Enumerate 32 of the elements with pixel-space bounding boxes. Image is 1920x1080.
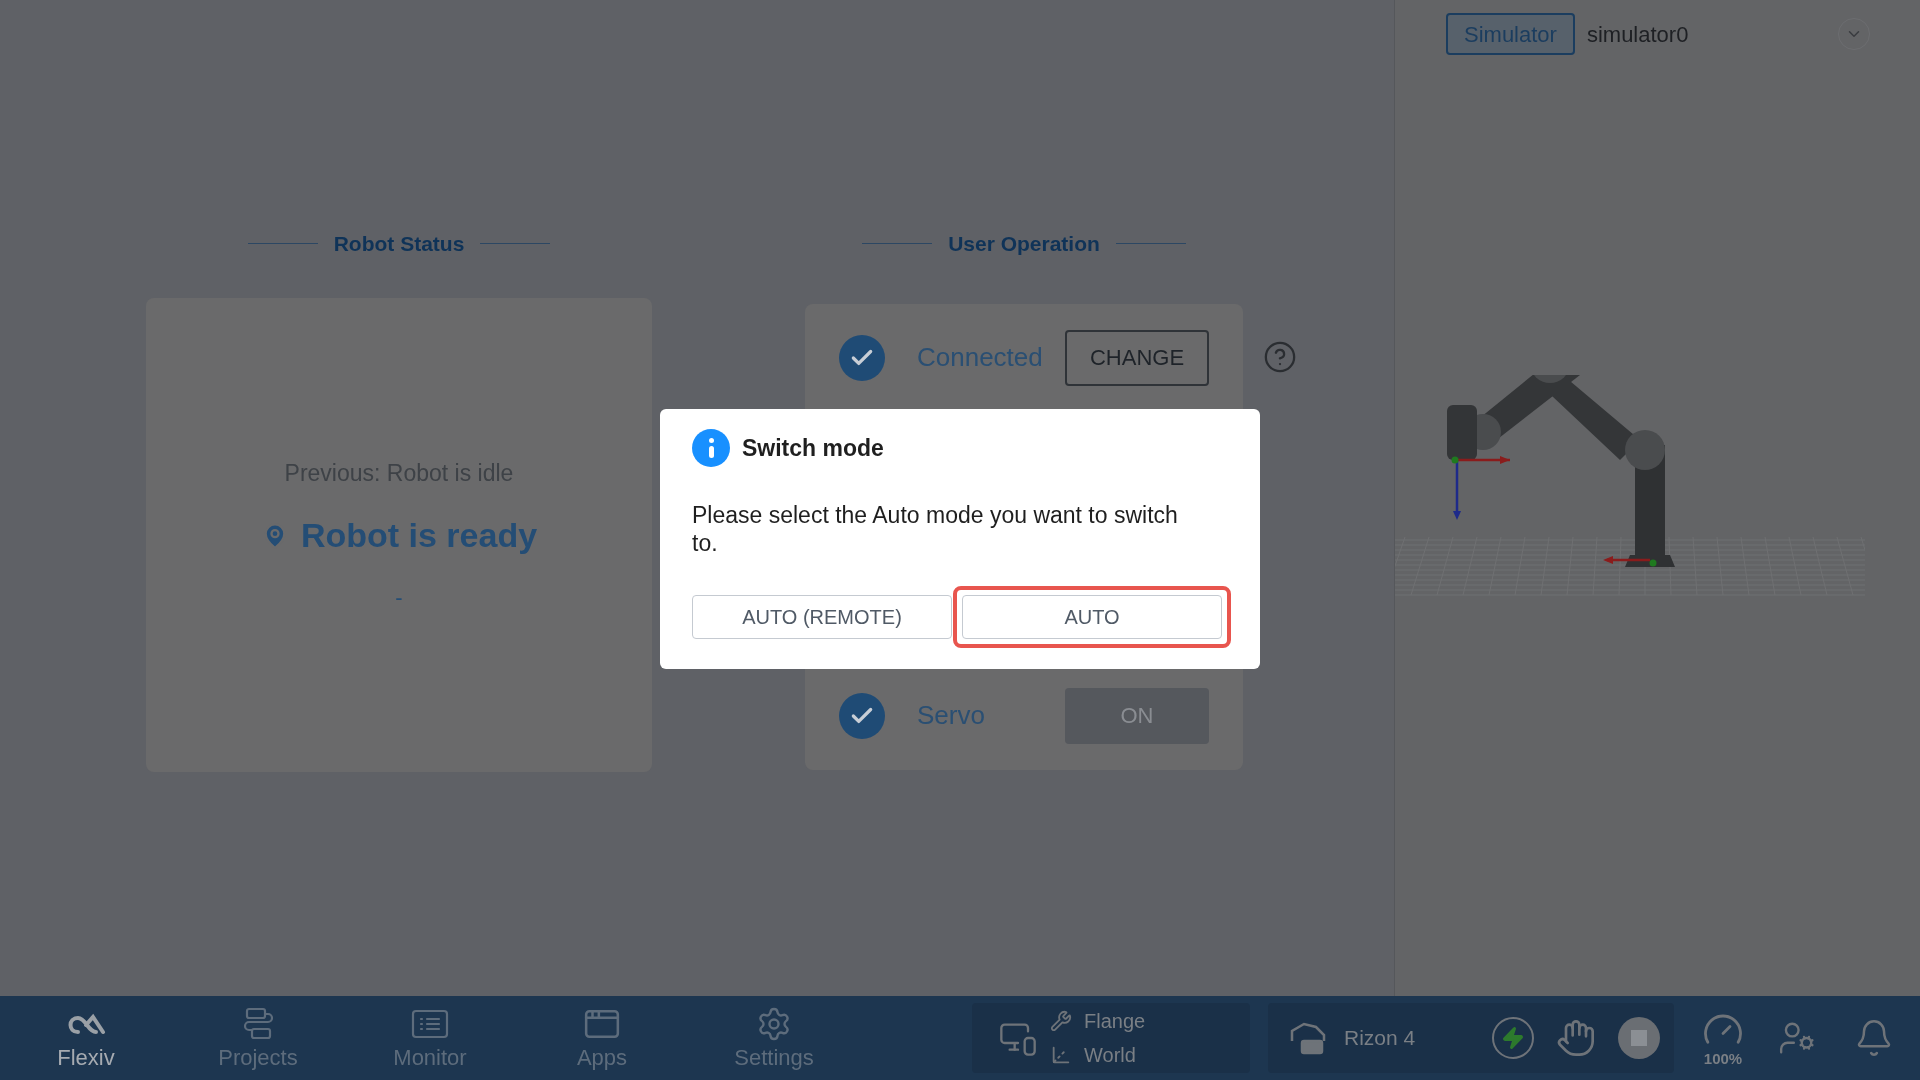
- settings-icon: [756, 1006, 792, 1042]
- tool-icon: [1050, 1010, 1072, 1032]
- section-heading: User Operation: [948, 231, 1100, 257]
- device-name: simulator0: [1586, 20, 1689, 49]
- help-icon[interactable]: [1263, 340, 1297, 374]
- frame-label[interactable]: World: [1084, 1040, 1136, 1070]
- logo-icon: [66, 1013, 106, 1035]
- axis-icon: [1050, 1044, 1072, 1066]
- section-heading: Robot Status: [333, 231, 465, 257]
- nav-tab[interactable]: Flexiv: [0, 1005, 172, 1071]
- list-icon: [411, 1009, 449, 1039]
- status-detail-text: -: [395, 584, 403, 612]
- robot-name: Rizon 4: [1344, 1025, 1416, 1052]
- hand-icon[interactable]: [1556, 1018, 1596, 1058]
- power-icon[interactable]: [1492, 1017, 1534, 1059]
- stop-button[interactable]: [1618, 1017, 1660, 1059]
- nav-tab[interactable]: Monitor: [344, 1005, 516, 1071]
- operation-label: Servo: [917, 699, 986, 732]
- simulator-tag: Simulator: [1446, 13, 1575, 55]
- nav-tab[interactable]: Settings: [688, 1005, 860, 1071]
- operation-label: Connected: [917, 341, 1044, 374]
- mode-option[interactable]: AUTO: [953, 586, 1231, 648]
- nav-tab[interactable]: Apps: [516, 1005, 688, 1071]
- current-status-text: Robot is ready: [300, 515, 538, 556]
- speed-value: 100%: [1703, 1051, 1743, 1067]
- operation-button[interactable]: CHANGE: [1065, 329, 1209, 386]
- projects-icon: [243, 1007, 273, 1041]
- info-icon: [692, 429, 730, 467]
- dialog-message: Please select the Auto mode you want to switch to.: [692, 501, 1179, 557]
- frame-label[interactable]: Flange: [1084, 1006, 1146, 1036]
- dialog-title: Switch mode: [742, 433, 884, 463]
- nav-tab[interactable]: Projects: [172, 1005, 344, 1071]
